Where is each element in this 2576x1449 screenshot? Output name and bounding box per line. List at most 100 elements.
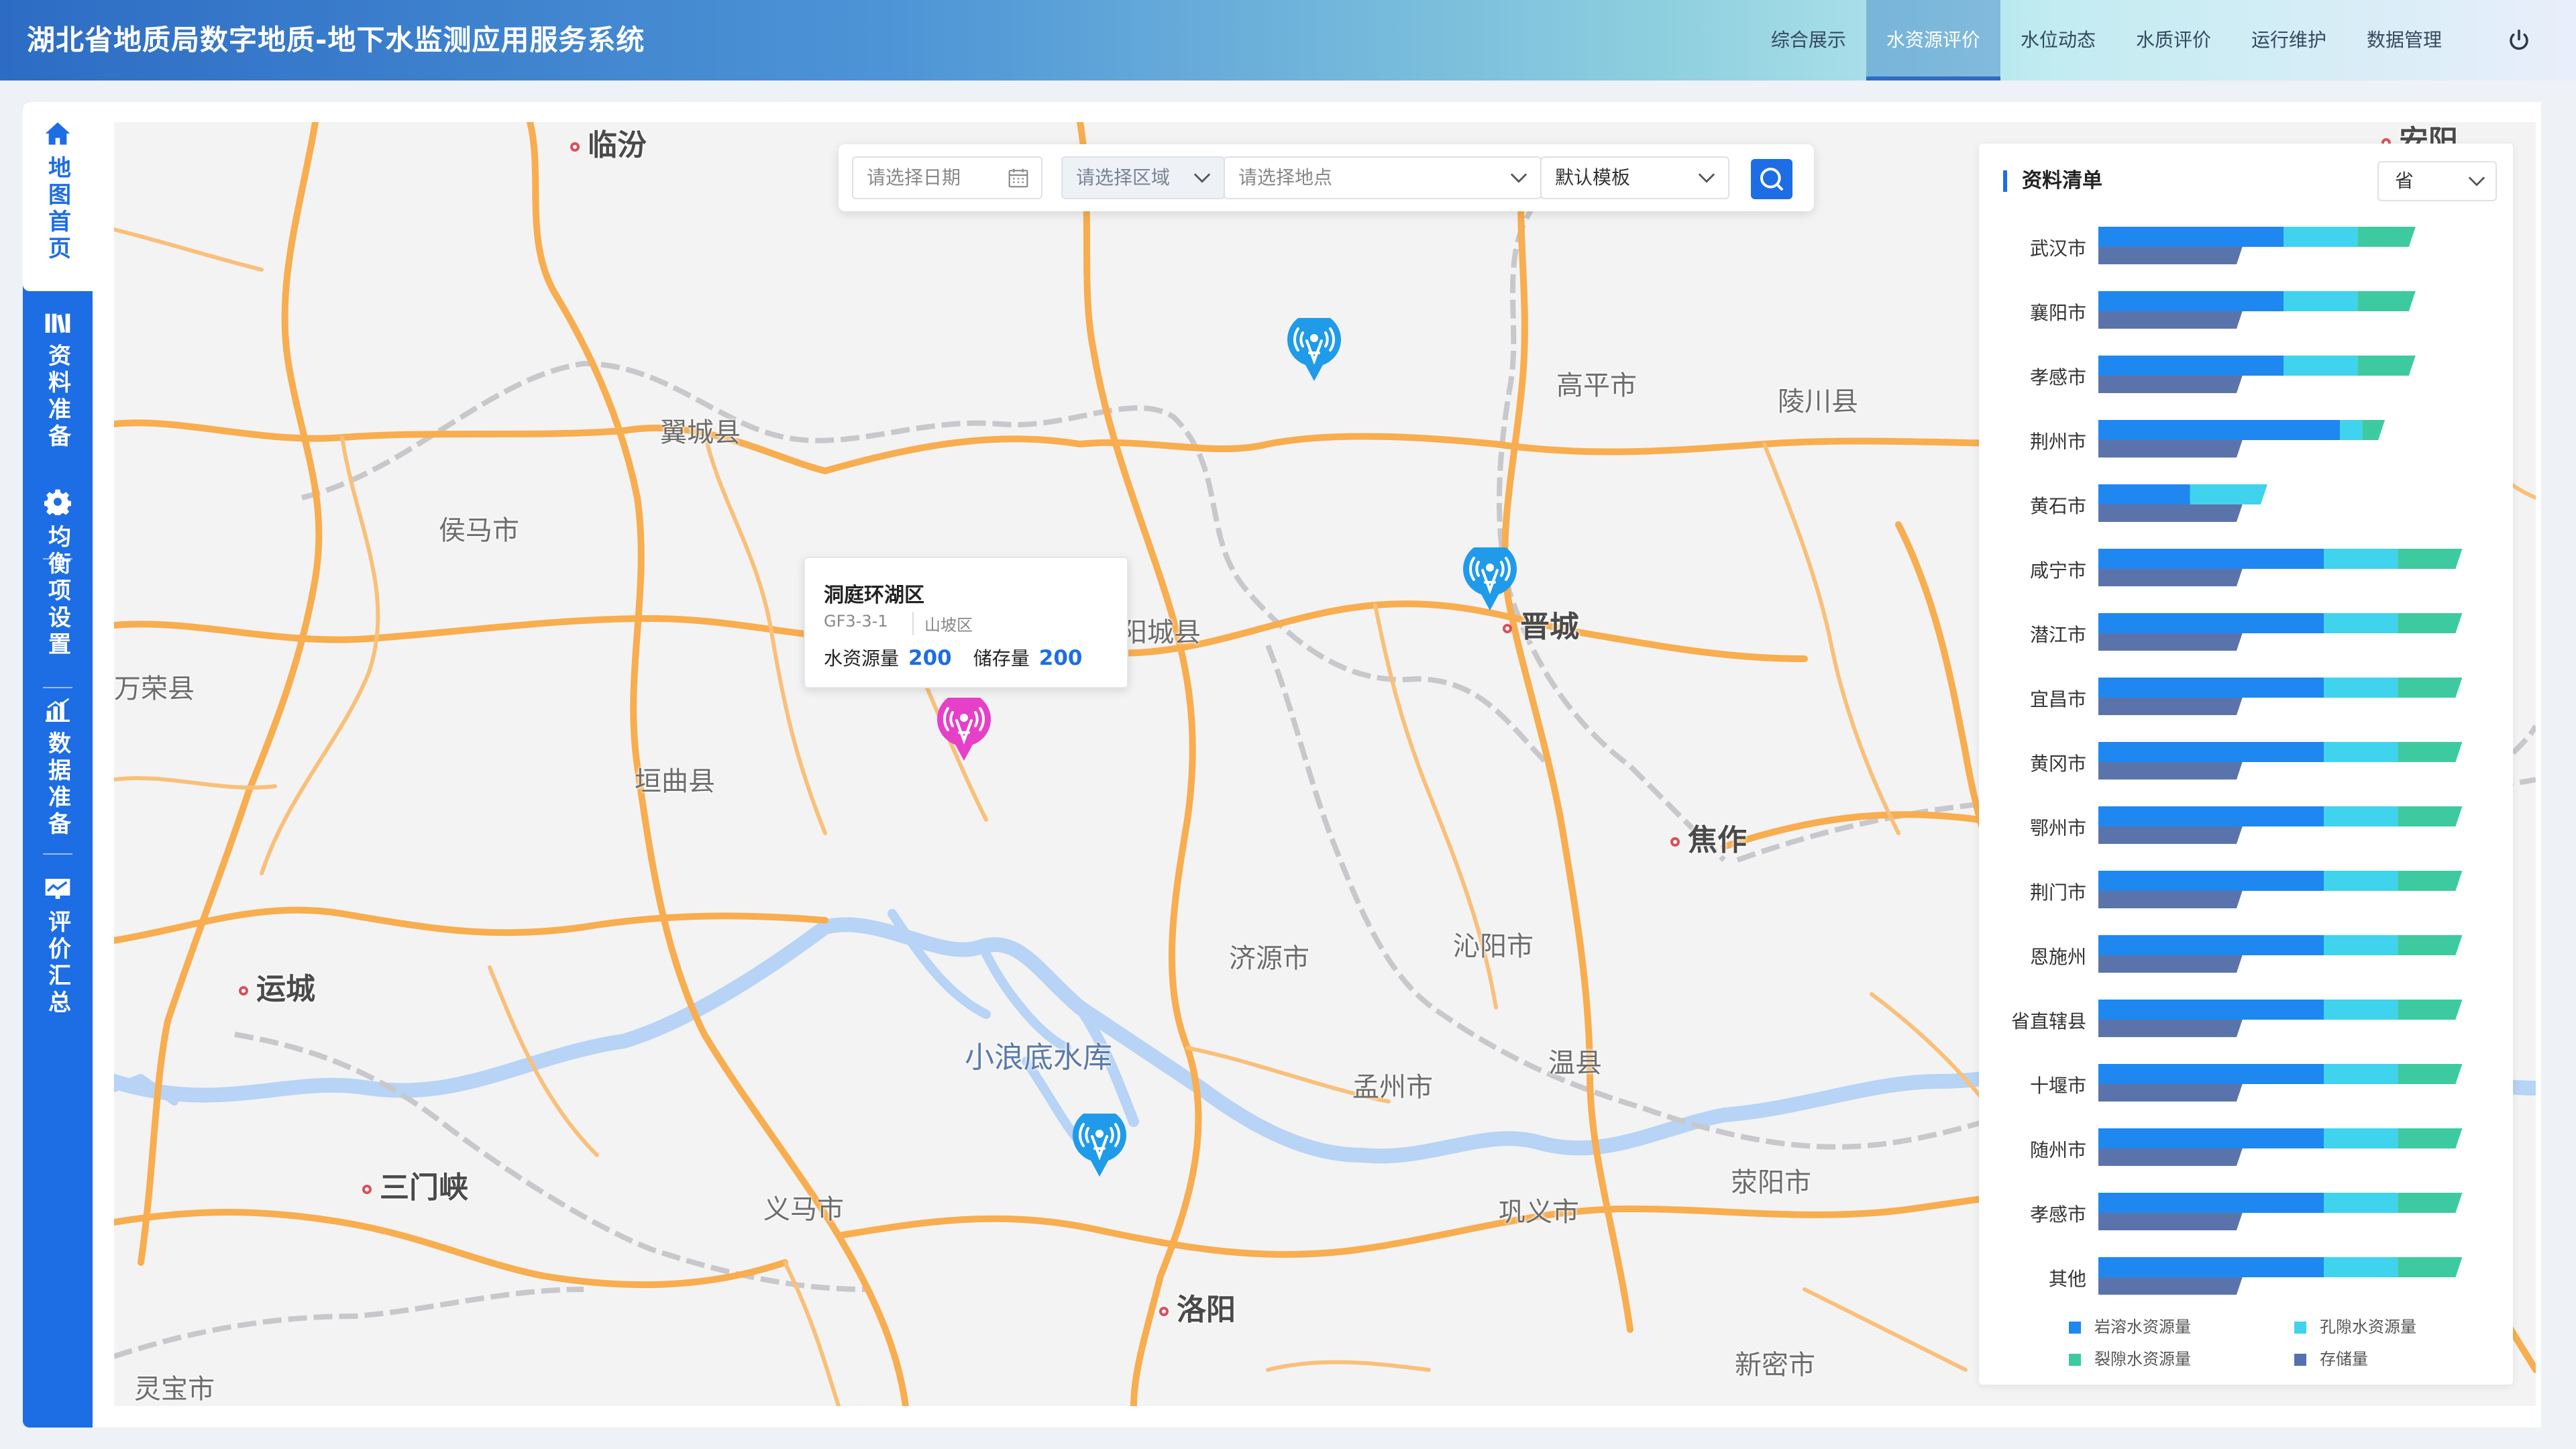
storage-bar[interactable] <box>2098 1081 2243 1102</box>
resource-bar-segment[interactable] <box>2398 871 2463 891</box>
sidebar-item-map-home[interactable]: 地图首页 <box>23 102 93 291</box>
city-label: 翼城县 <box>660 417 741 448</box>
region-select[interactable]: 请选择区域 <box>1061 156 1225 199</box>
resource-bar-segment[interactable] <box>2098 227 2284 247</box>
resource-bar-segment[interactable] <box>2098 356 2284 376</box>
resource-bar-segment[interactable] <box>2398 1128 2463 1148</box>
legend-item: 岩溶水资源量 <box>2069 1313 2191 1337</box>
nav-item-water-resource-evaluation[interactable]: 水资源评价 <box>1866 0 2000 80</box>
storage-bar[interactable] <box>2098 953 2243 973</box>
storage-bar[interactable] <box>2098 1210 2243 1230</box>
resource-bar-segment[interactable] <box>2324 1193 2398 1213</box>
sidebar-item-balance-settings[interactable]: 均衡项设置 <box>23 488 93 659</box>
resource-bar-segment[interactable] <box>2398 613 2463 633</box>
template-select[interactable]: 默认模板 <box>1540 156 1729 199</box>
resource-bar-segment[interactable] <box>2398 806 2463 826</box>
city-label: 沁阳市 <box>1453 931 1534 962</box>
monitoring-station-marker[interactable] <box>1462 547 1517 612</box>
resource-bar-segment[interactable] <box>2357 291 2416 311</box>
resource-bar-segment[interactable] <box>2398 1064 2463 1084</box>
city-label: 义马市 <box>763 1194 844 1225</box>
nav-item-water-level[interactable]: 水位动态 <box>2000 0 2116 80</box>
storage-bar[interactable] <box>2098 1146 2243 1166</box>
nav-item-operations[interactable]: 运行维护 <box>2231 0 2347 80</box>
category-label: 荆州市 <box>2030 431 2086 453</box>
search-button[interactable] <box>1751 159 1792 199</box>
resource-bar-segment[interactable] <box>2362 420 2385 440</box>
resource-bar-segment[interactable] <box>2324 1064 2398 1084</box>
sidebar-item-data-preparation[interactable]: 资料准备 <box>23 311 93 451</box>
resource-bar-segment[interactable] <box>2098 806 2324 826</box>
sidebar-divider <box>43 687 72 688</box>
sidebar-item-evaluation-summary[interactable]: 评价汇总 <box>23 877 93 1017</box>
monitoring-station-marker[interactable] <box>1072 1114 1127 1178</box>
resource-bar-segment[interactable] <box>2324 871 2398 891</box>
gear-icon <box>44 489 71 515</box>
resource-bar-segment[interactable] <box>2098 484 2190 504</box>
resource-bar-segment[interactable] <box>2340 420 2363 440</box>
resource-bar-segment[interactable] <box>2098 1257 2324 1277</box>
storage-bar[interactable] <box>2098 695 2243 715</box>
city-label: 运城 <box>239 965 315 1008</box>
selected-station-marker[interactable] <box>936 698 991 762</box>
resource-bar-segment[interactable] <box>2398 742 2463 762</box>
resource-bar-segment[interactable] <box>2324 742 2398 762</box>
resource-bar-segment[interactable] <box>2398 678 2463 698</box>
resource-bar-segment[interactable] <box>2098 871 2324 891</box>
storage-bar[interactable] <box>2098 502 2243 522</box>
resource-bar-segment[interactable] <box>2098 549 2324 569</box>
nav-item-water-quality[interactable]: 水质评价 <box>2116 0 2231 80</box>
city-label: 新密市 <box>1735 1350 1815 1381</box>
resource-bar-segment[interactable] <box>2098 1000 2324 1020</box>
storage-bar[interactable] <box>2098 437 2243 458</box>
storage-bar[interactable] <box>2098 824 2243 844</box>
storage-bar[interactable] <box>2098 888 2243 908</box>
sidebar-item-data-prep[interactable]: 数据准备 <box>23 698 93 839</box>
date-picker[interactable]: 请选择日期 <box>852 156 1042 199</box>
resource-bar-segment[interactable] <box>2284 356 2358 376</box>
resource-bar-segment[interactable] <box>2098 613 2324 633</box>
resource-bar-segment[interactable] <box>2324 1128 2398 1148</box>
resource-bar-segment[interactable] <box>2098 935 2324 955</box>
resource-bar-segment[interactable] <box>2284 291 2358 311</box>
resource-bar-segment[interactable] <box>2398 1000 2463 1020</box>
power-button[interactable] <box>2462 0 2576 80</box>
storage-bar[interactable] <box>2098 373 2243 393</box>
resource-bar-segment[interactable] <box>2098 1193 2324 1213</box>
resource-bar-segment[interactable] <box>2324 549 2398 569</box>
resource-bar-segment[interactable] <box>2098 678 2324 698</box>
resource-bar-segment[interactable] <box>2324 1257 2398 1277</box>
resource-bar-segment[interactable] <box>2357 356 2416 376</box>
storage-bar[interactable] <box>2098 631 2243 651</box>
city-label: 垣曲县 <box>635 766 715 797</box>
storage-bar[interactable] <box>2098 1017 2243 1037</box>
storage-bar[interactable] <box>2098 244 2243 264</box>
resource-bar-segment[interactable] <box>2098 1064 2324 1084</box>
resource-bar-segment[interactable] <box>2398 549 2463 569</box>
resource-bar-segment[interactable] <box>2357 227 2416 247</box>
storage-bar[interactable] <box>2098 759 2243 780</box>
resource-bar-segment[interactable] <box>2098 1128 2324 1148</box>
resource-bar-segment[interactable] <box>2324 678 2398 698</box>
resource-bar-segment[interactable] <box>2324 935 2398 955</box>
resource-bar-segment[interactable] <box>2284 227 2358 247</box>
location-select[interactable]: 请选择地点 <box>1224 156 1542 199</box>
level-select[interactable]: 省 <box>2377 161 2497 201</box>
category-label: 孝感市 <box>2030 1203 2086 1226</box>
resource-bar-segment[interactable] <box>2098 420 2340 440</box>
resource-bar-segment[interactable] <box>2190 484 2267 504</box>
resource-bar-segment[interactable] <box>2324 613 2398 633</box>
resource-bar-segment[interactable] <box>2398 1257 2463 1277</box>
resource-bar-segment[interactable] <box>2398 1193 2463 1213</box>
resource-bar-segment[interactable] <box>2324 806 2398 826</box>
resource-bar-segment[interactable] <box>2398 935 2463 955</box>
resource-bar-segment[interactable] <box>2098 291 2284 311</box>
storage-bar[interactable] <box>2098 566 2243 586</box>
resource-bar-segment[interactable] <box>2098 742 2324 762</box>
resource-bar-segment[interactable] <box>2324 1000 2398 1020</box>
storage-bar[interactable] <box>2098 309 2243 329</box>
nav-item-data-management[interactable]: 数据管理 <box>2347 0 2462 80</box>
monitoring-station-marker[interactable] <box>1287 318 1342 382</box>
nav-item-overview[interactable]: 综合展示 <box>1751 0 1866 80</box>
storage-bar[interactable] <box>2098 1275 2243 1295</box>
